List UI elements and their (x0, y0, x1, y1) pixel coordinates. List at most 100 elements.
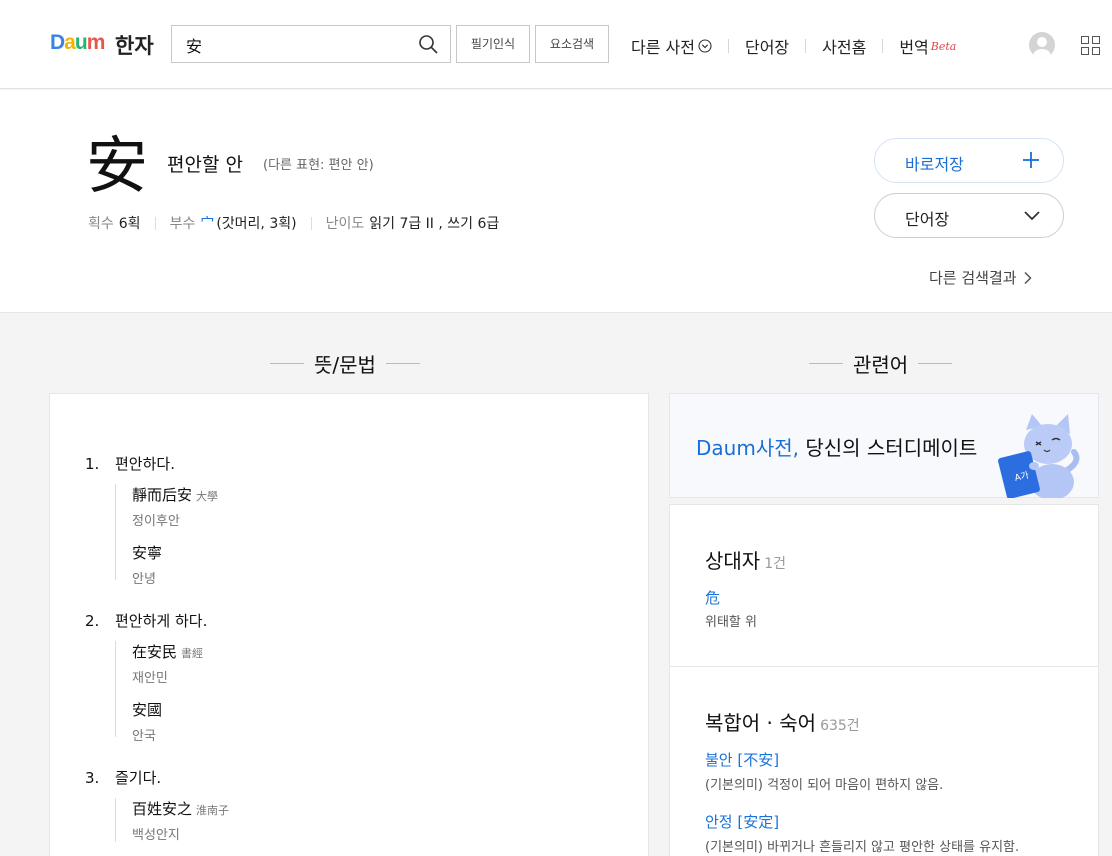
difficulty-label: 난이도 (325, 216, 365, 232)
meaning-number: 1. (85, 455, 100, 473)
nav-translate[interactable]: 번역 Beta (899, 34, 956, 58)
example-list: 靜而后安 大學 정이후안 安寧 안녕 (115, 484, 218, 587)
example-source: 淮南子 (196, 804, 230, 817)
logo-letter-m: m (86, 31, 106, 54)
top-nav: 다른 사전 단어장 사전홈 번역 Beta (631, 34, 956, 58)
entry-header: 安 편안할 안 (다른 표현: 편안 안) 획수 6획 부수 宀 (갓머리, 3… (0, 90, 1112, 313)
example-hanja[interactable]: 百姓安之 (132, 800, 192, 818)
example-reading: 안녕 (132, 572, 156, 587)
hanja-headword: 安 (86, 129, 149, 202)
nav-separator (727, 39, 729, 53)
vocab-dropdown-label: 단어장 (905, 210, 950, 229)
example-source: 書經 (181, 647, 204, 660)
related-title-text: 관련어 (853, 353, 909, 377)
compound-heading: 복합어 · 숙어 635건 (705, 707, 860, 736)
compound-link[interactable]: 불안 [不安] (705, 749, 779, 770)
meaning-item: 1. 편안하다. (85, 453, 175, 474)
radical-desc: (갓머리, 3획) (216, 216, 297, 232)
apps-grid-icon[interactable] (1081, 36, 1100, 55)
radical-link[interactable]: 宀 (200, 213, 214, 233)
nav-separator (882, 39, 884, 53)
antonym-heading: 상대자 1건 (705, 545, 786, 574)
related-panel: 상대자 1건 危 위태할 위 복합어 · 숙어 635건 불안 [不安] (기본의미… (669, 504, 1099, 856)
example-hanja[interactable]: 靜而后安 (132, 486, 192, 504)
example-hanja[interactable]: 在安民 (132, 643, 177, 661)
search-icon[interactable] (418, 34, 438, 54)
meaning-number: 2. (85, 612, 100, 630)
example-hanja[interactable]: 安寧 (132, 544, 162, 562)
info-separator (154, 216, 156, 230)
meaning-section-title: 뜻/문법 (270, 349, 420, 378)
compound-desc: (기본의미) 걱정이 되어 마음이 편하지 않음. (705, 778, 944, 793)
example-item: 安國 안국 (132, 699, 203, 757)
quick-save-label: 바로저장 (905, 155, 964, 174)
example-hanja[interactable]: 安國 (132, 701, 162, 719)
title-line (385, 363, 420, 364)
nav-other-dict-label: 다른 사전 (631, 38, 695, 57)
daum-logo[interactable]: Daum (50, 31, 106, 55)
meaning-title-text: 뜻/문법 (314, 353, 376, 377)
entry-info-row: 획수 6획 부수 宀 (갓머리, 3획) 난이도 읽기 7급 II , 쓰기 6… (88, 213, 499, 233)
banner-brand: Daum사전, (696, 436, 799, 460)
nav-dict-home[interactable]: 사전홈 (822, 34, 866, 58)
nav-translate-label: 번역 (899, 38, 929, 57)
antonym-title: 상대자 (705, 549, 761, 573)
chevron-right-icon (1024, 271, 1032, 284)
strokes-value: 6획 (118, 216, 141, 232)
search-input[interactable] (186, 34, 406, 56)
chevron-down-icon (1024, 211, 1040, 221)
example-item: 安寧 안녕 (132, 542, 218, 600)
other-results-label: 다른 검색결과 (929, 269, 1017, 287)
example-reading: 재안민 (132, 671, 168, 686)
meaning-text: 편안하다. (115, 455, 175, 473)
logo-letter-a: a (64, 31, 76, 54)
compound-link[interactable]: 안정 [安定] (705, 811, 779, 832)
example-source: 大學 (196, 490, 219, 503)
nav-vocab[interactable]: 단어장 (745, 34, 789, 58)
example-list: 在安民 書經 재안민 安國 안국 (115, 641, 203, 744)
search-box (171, 25, 451, 63)
nav-other-dict[interactable]: 다른 사전 (631, 34, 712, 58)
service-name[interactable]: 한자 (115, 30, 154, 60)
element-search-button[interactable]: 요소검색 (535, 25, 609, 63)
cat-mascot-icon: A가 (998, 414, 1080, 498)
study-mate-banner[interactable]: Daum사전, 당신의 스터디메이트 A가 (669, 393, 1099, 498)
banner-text: Daum사전, 당신의 스터디메이트 (696, 432, 977, 461)
example-reading: 백성안지 (132, 828, 180, 843)
handwriting-button[interactable]: 필기인식 (456, 25, 530, 63)
beta-badge: Beta (930, 39, 957, 53)
title-line (270, 363, 304, 364)
quick-save-button[interactable]: 바로저장 (874, 138, 1064, 183)
top-header: Daum 한자 필기인식 요소검색 다른 사전 단어장 사전홈 번역 Beta (0, 0, 1112, 89)
banner-slogan: 당신의 스터디메이트 (798, 436, 978, 460)
user-avatar-icon[interactable] (1029, 32, 1055, 58)
plus-icon (1023, 152, 1039, 168)
example-item: 靜而后安 大學 정이후안 (132, 484, 218, 542)
example-reading: 안국 (132, 729, 156, 744)
vocab-dropdown-button[interactable]: 단어장 (874, 193, 1064, 238)
entry-alt-expression: (다른 표현: 편안 안) (263, 158, 374, 173)
meaning-number: 3. (85, 769, 100, 787)
compound-desc: (기본의미) 바뀌거나 흔들리지 않고 평안한 상태를 유지함. (705, 840, 1020, 855)
other-results-link[interactable]: 다른 검색결과 (929, 267, 1032, 288)
radical-label: 부수 (169, 216, 196, 232)
meaning-panel: 1. 편안하다. 靜而后安 大學 정이후안 安寧 안녕 2. 편안하게 하다. 在安民… (49, 393, 649, 856)
compound-title: 복합어 · 숙어 (705, 711, 817, 735)
related-section-title: 관련어 (809, 349, 953, 378)
example-reading: 정이후안 (132, 514, 180, 529)
title-line (918, 363, 953, 364)
example-item: 在安民 書經 재안민 (132, 641, 203, 699)
logo-letter-u: u (74, 31, 88, 54)
example-item: 百姓安之 淮南子 백성안지 (132, 798, 229, 856)
meaning-item: 3. 즐기다. (85, 767, 161, 788)
nav-separator (805, 39, 807, 53)
entry-meaning: 편안할 안 (167, 154, 243, 176)
chevron-down-circle-icon (698, 39, 712, 53)
meaning-text: 즐기다. (115, 769, 162, 787)
antonym-section: 상대자 1건 危 위태할 위 (670, 505, 1098, 666)
example-list: 百姓安之 淮南子 백성안지 (115, 798, 229, 843)
difficulty-value: 읽기 7급 II , 쓰기 6급 (369, 216, 500, 232)
antonym-link[interactable]: 危 (705, 587, 720, 608)
strokes-label: 획수 (88, 216, 114, 232)
meaning-item: 2. 편안하게 하다. (85, 610, 207, 631)
